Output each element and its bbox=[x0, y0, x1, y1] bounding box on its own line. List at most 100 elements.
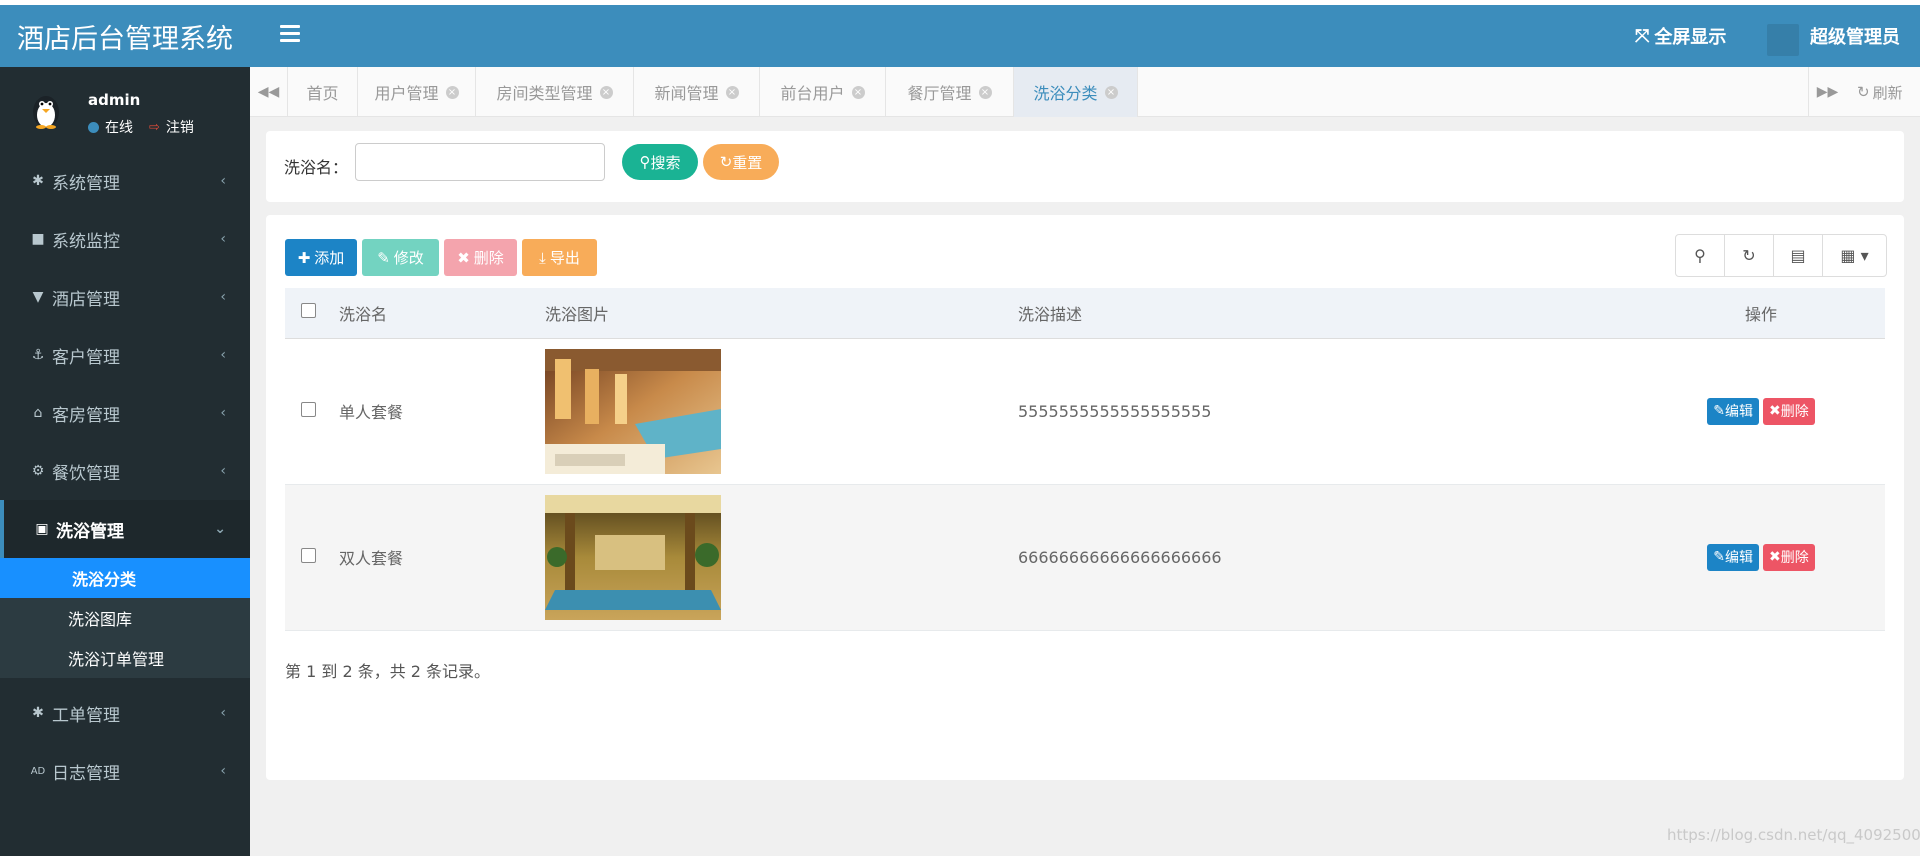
row-edit-button[interactable]: ✎ 编辑 bbox=[1707, 397, 1759, 425]
sidebar-subitem-bath-category[interactable]: 洗浴分类 bbox=[0, 558, 250, 598]
sidebar-item-system[interactable]: ✱ 系统管理 ‹ bbox=[0, 152, 250, 210]
table-header-row: 洗浴名 洗浴图片 洗浴描述 操作 bbox=[285, 288, 1885, 339]
chevron-left-icon: ‹ bbox=[220, 463, 226, 479]
penguin-avatar-icon bbox=[33, 96, 59, 129]
user-name: admin bbox=[88, 91, 141, 109]
row-checkbox[interactable] bbox=[301, 547, 316, 563]
tab-bath-category[interactable]: 洗浴分类 × bbox=[1014, 67, 1138, 117]
sidebar: admin 在线 ⇨ 注销 ✱ 系统管理 ‹ ■ 系统监控 ‹ ▼ 酒店管理 ‹… bbox=[0, 67, 250, 856]
tab-label: 餐厅管理 bbox=[907, 84, 972, 103]
search-panel: 洗浴名： ⚲ 搜索 ↻ 重置 bbox=[266, 131, 1904, 202]
edit-button[interactable]: ✎ 修改 bbox=[362, 239, 439, 276]
tab-front-user[interactable]: 前台用户 × bbox=[760, 67, 886, 117]
select-all-checkbox[interactable] bbox=[301, 303, 316, 319]
search-icon: ⚲ bbox=[639, 153, 651, 171]
add-button[interactable]: ✚ 添加 bbox=[285, 239, 357, 276]
menu-toggle-icon[interactable] bbox=[280, 25, 300, 47]
close-icon[interactable]: × bbox=[851, 85, 865, 99]
column-header-desc[interactable]: 洗浴描述 bbox=[1018, 288, 1637, 339]
fullscreen-button[interactable]: ⤧ 全屏显示 bbox=[1635, 23, 1726, 49]
app-logo-title[interactable]: 酒店后台管理系统 bbox=[0, 5, 250, 67]
close-icon[interactable]: × bbox=[1104, 85, 1118, 99]
row-checkbox[interactable] bbox=[301, 401, 316, 417]
bath-name-input[interactable] bbox=[355, 143, 605, 181]
column-header-actions: 操作 bbox=[1637, 288, 1885, 339]
tab-home[interactable]: 首页 bbox=[288, 67, 358, 117]
tab-room-type[interactable]: 房间类型管理 × bbox=[476, 67, 634, 117]
row-edit-label: 编辑 bbox=[1725, 404, 1753, 420]
sidebar-item-monitor[interactable]: ■ 系统监控 ‹ bbox=[0, 210, 250, 268]
row-delete-button[interactable]: ✖ 删除 bbox=[1763, 543, 1815, 571]
search-toggle-button[interactable]: ⚲ bbox=[1676, 235, 1725, 276]
edit-icon: ✎ bbox=[1713, 403, 1725, 419]
sidebar-item-label: 日志管理 bbox=[52, 763, 120, 784]
table-row[interactable]: 单人套餐 5555555555555555555 ✎ 编辑 ✖ 删除 bbox=[285, 338, 1885, 485]
logout-icon[interactable]: ⇨ bbox=[149, 120, 160, 135]
refresh-table-button[interactable]: ↻ bbox=[1725, 235, 1774, 276]
online-label: 在线 bbox=[105, 120, 133, 136]
sidebar-subitem-bath-orders[interactable]: 洗浴订单管理 bbox=[0, 638, 250, 678]
sidebar-item-label: 系统监控 bbox=[52, 231, 120, 252]
refresh-icon: ↻ bbox=[1857, 83, 1870, 101]
sidebar-item-room[interactable]: ⌂ 客房管理 ‹ bbox=[0, 384, 250, 442]
column-header-name[interactable]: 洗浴名 bbox=[339, 288, 545, 339]
close-icon[interactable]: × bbox=[978, 85, 992, 99]
tab-label: 新闻管理 bbox=[654, 84, 719, 103]
plus-icon: ✚ bbox=[297, 248, 311, 267]
sidebar-item-dining[interactable]: ⚙ 餐饮管理 ‹ bbox=[0, 442, 250, 500]
user-menu[interactable]: 超级管理员 bbox=[1810, 23, 1900, 49]
tab-user-management[interactable]: 用户管理 × bbox=[358, 67, 476, 117]
close-icon[interactable]: × bbox=[725, 85, 739, 99]
online-dot-icon bbox=[88, 121, 99, 133]
sidebar-item-hotel[interactable]: ▼ 酒店管理 ‹ bbox=[0, 268, 250, 326]
sidebar-item-log[interactable]: AD 日志管理 ‹ bbox=[0, 742, 250, 800]
sidebar-subitem-bath-gallery[interactable]: 洗浴图库 bbox=[0, 598, 250, 638]
sidebar-item-label: 餐饮管理 bbox=[52, 463, 120, 484]
logout-link[interactable]: 注销 bbox=[166, 117, 194, 137]
id-card-icon: ▣ bbox=[35, 521, 49, 537]
delete-button[interactable]: ✖ 删除 bbox=[444, 239, 517, 276]
search-button[interactable]: ⚲ 搜索 bbox=[622, 144, 698, 180]
page-tabs: ◀◀ 首页 用户管理 × 房间类型管理 × 新闻管理 × 前台用户 × 餐厅管理 × 洗浴… bbox=[250, 67, 1920, 117]
tabs-scroll-right-icon[interactable]: ▶▶ bbox=[1808, 67, 1846, 117]
bath-desc-cell: 66666666666666666666 bbox=[1018, 484, 1637, 631]
tab-label: 用户管理 bbox=[374, 84, 439, 103]
edit-icon: ✎ bbox=[1713, 549, 1725, 565]
bath-name-cell: 双人套餐 bbox=[339, 484, 545, 631]
chevron-left-icon: ‹ bbox=[220, 231, 226, 247]
column-header-image[interactable]: 洗浴图片 bbox=[545, 288, 1018, 339]
sidebar-item-workorder[interactable]: ✱ 工单管理 ‹ bbox=[0, 684, 250, 742]
close-icon[interactable]: × bbox=[445, 85, 459, 99]
bank-icon: ⌂ bbox=[33, 405, 43, 421]
chevron-left-icon: ‹ bbox=[220, 347, 226, 363]
delete-label: 删除 bbox=[473, 249, 504, 267]
export-button[interactable]: ⤓ 导出 bbox=[522, 239, 597, 276]
reset-button[interactable]: ↻ 重置 bbox=[703, 144, 779, 180]
bath-image-thumbnail[interactable] bbox=[545, 494, 721, 620]
refresh-label: 刷新 bbox=[1872, 83, 1903, 102]
tab-label: 房间类型管理 bbox=[496, 84, 593, 103]
times-icon: ✖ bbox=[457, 248, 470, 267]
sidebar-item-label: 客房管理 bbox=[52, 405, 120, 426]
chevron-left-icon: ‹ bbox=[220, 763, 226, 779]
tab-restaurant[interactable]: 餐厅管理 × bbox=[886, 67, 1014, 117]
sidebar-item-customer[interactable]: ⚓ 客户管理 ‹ bbox=[0, 326, 250, 384]
fullscreen-label: 全屏显示 bbox=[1654, 27, 1727, 48]
bath-submenu: 洗浴分类 洗浴图库 洗浴订单管理 bbox=[0, 558, 250, 678]
tab-news[interactable]: 新闻管理 × bbox=[634, 67, 760, 117]
gear-icon: ✱ bbox=[32, 173, 44, 189]
chevron-left-icon: ‹ bbox=[220, 405, 226, 421]
columns-button[interactable]: ▦ ▾ bbox=[1823, 235, 1886, 276]
top-header: ⤧ 全屏显示 超级管理员 bbox=[250, 5, 1920, 67]
sidebar-item-bath[interactable]: ▣ 洗浴管理 ⌄ bbox=[0, 500, 250, 558]
table-row[interactable]: 双人套餐 66666666666666666666 ✎ 编辑 ✖ 删除 bbox=[285, 484, 1885, 631]
row-edit-button[interactable]: ✎ 编辑 bbox=[1707, 543, 1759, 571]
toggle-view-button[interactable]: ▤ bbox=[1774, 235, 1823, 276]
refresh-tab-button[interactable]: ↻ 刷新 bbox=[1857, 67, 1903, 117]
close-icon[interactable]: × bbox=[599, 85, 613, 99]
tabs-scroll-left-icon[interactable]: ◀◀ bbox=[250, 67, 288, 117]
chevron-down-icon: ⌄ bbox=[214, 521, 226, 537]
row-delete-button[interactable]: ✖ 删除 bbox=[1763, 397, 1815, 425]
user-avatar[interactable] bbox=[1767, 24, 1799, 56]
bath-image-thumbnail[interactable] bbox=[545, 348, 721, 474]
